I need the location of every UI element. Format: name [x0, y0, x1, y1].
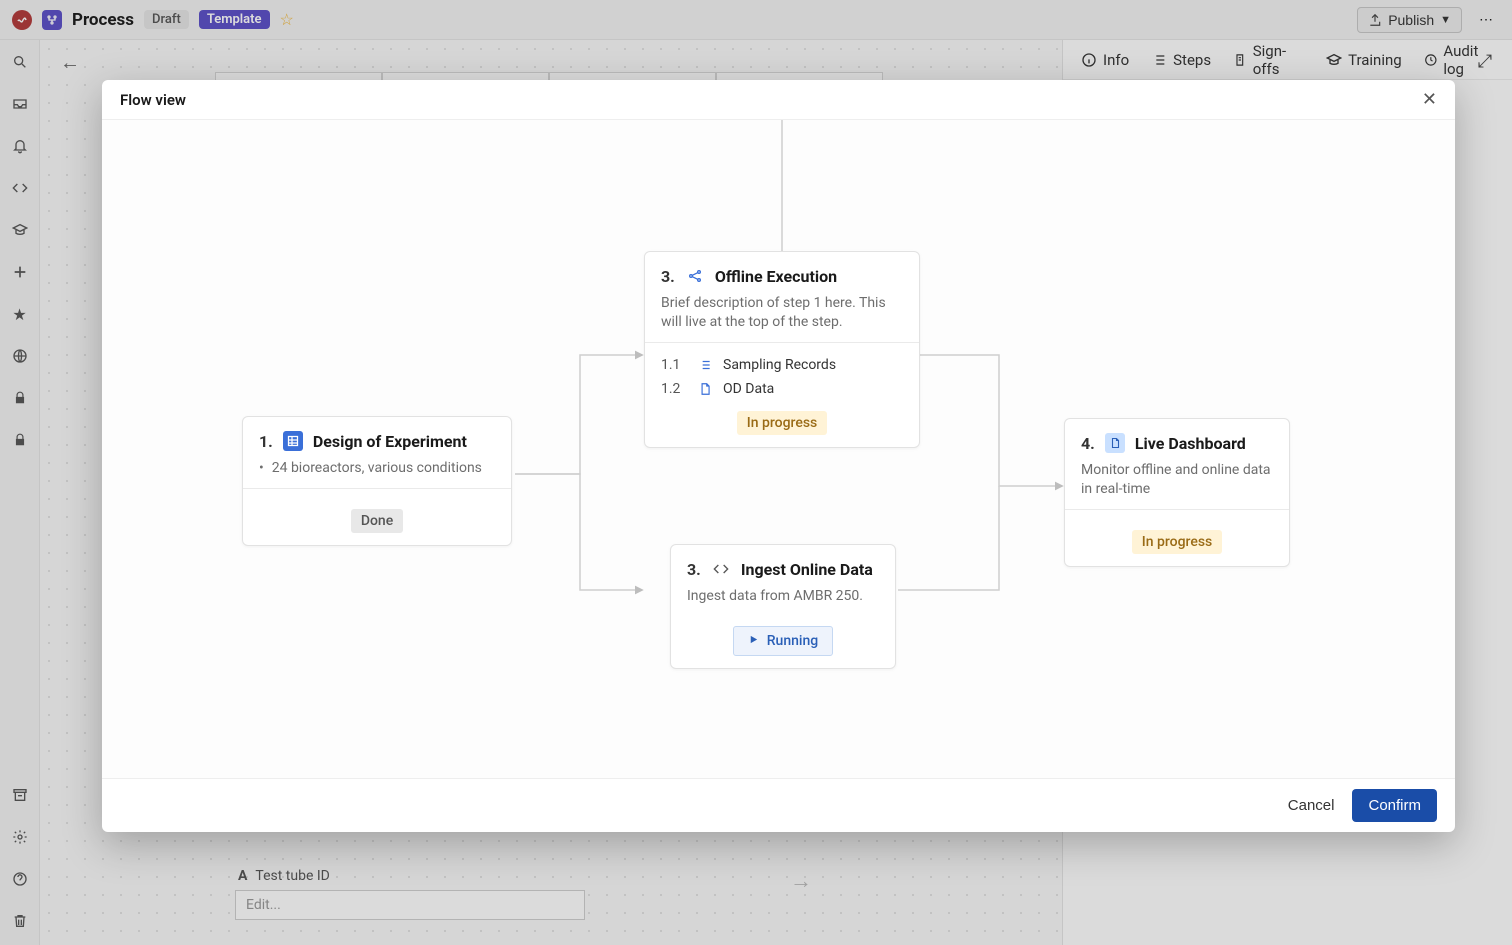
modal-body: 1. Design of Experiment • 24 bioreactors…: [102, 120, 1455, 778]
node-title: Design of Experiment: [313, 432, 467, 451]
sub-sampling-records[interactable]: 1.1 Sampling Records: [661, 353, 903, 377]
node-title: Ingest Online Data: [741, 560, 873, 579]
node-title: Offline Execution: [715, 267, 837, 286]
node-num: 3.: [661, 267, 675, 286]
node-desc: 24 bioreactors, various conditions: [272, 459, 482, 478]
node-dashboard[interactable]: 4. Live Dashboard Monitor offline and on…: [1064, 418, 1290, 567]
modal-title: Flow view: [120, 91, 186, 109]
bullet-icon: •: [259, 459, 264, 478]
close-icon[interactable]: ✕: [1422, 89, 1437, 110]
file-icon: [697, 381, 713, 397]
modal-footer: Cancel Confirm: [102, 778, 1455, 832]
node-num: 3.: [687, 560, 701, 579]
file-icon: [1105, 433, 1125, 453]
cancel-button[interactable]: Cancel: [1288, 797, 1335, 814]
share-icon: [685, 266, 705, 286]
node-desc: Monitor offline and online data in real-…: [1081, 461, 1273, 499]
sub-od-data[interactable]: 1.2 OD Data: [661, 377, 903, 401]
node-num: 4.: [1081, 434, 1095, 453]
grid-icon: [283, 431, 303, 451]
status-done: Done: [351, 509, 403, 533]
list-icon: [697, 357, 713, 373]
node-title: Live Dashboard: [1135, 434, 1246, 453]
code-icon: [711, 559, 731, 579]
node-desc: Ingest data from AMBR 250.: [687, 587, 879, 606]
confirm-button[interactable]: Confirm: [1352, 789, 1437, 822]
modal-header: Flow view ✕: [102, 80, 1455, 120]
flow-view-modal: Flow view ✕ 1.: [102, 80, 1455, 832]
status-progress: In progress: [737, 411, 828, 435]
node-design[interactable]: 1. Design of Experiment • 24 bioreactors…: [242, 416, 512, 546]
node-offline[interactable]: 3. Offline Execution Brief description o…: [644, 251, 920, 448]
status-progress: In progress: [1132, 530, 1223, 554]
node-desc: Brief description of step 1 here. This w…: [661, 294, 903, 332]
node-num: 1.: [259, 432, 273, 451]
node-ingest[interactable]: 3. Ingest Online Data Ingest data from A…: [670, 544, 896, 669]
status-running[interactable]: Running: [733, 626, 833, 656]
play-icon: [748, 633, 759, 649]
